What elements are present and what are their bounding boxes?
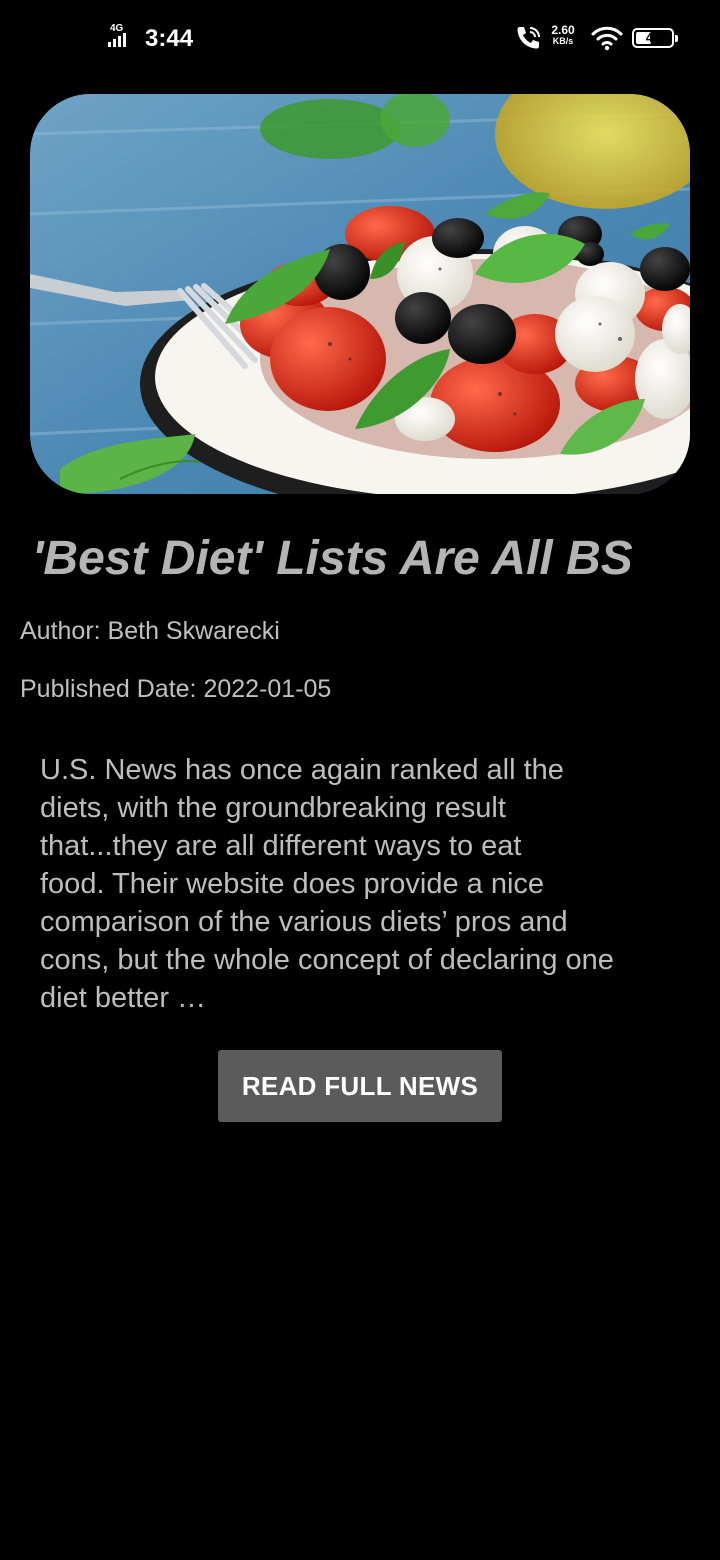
signal-icon <box>108 33 126 47</box>
call-wifi-icon <box>517 27 540 49</box>
clock: 3:44 <box>145 25 194 52</box>
read-full-news-button[interactable]: READ FULL NEWS <box>218 1050 502 1122</box>
article-summary: U.S. News has once again ranked all the … <box>40 754 614 1014</box>
article-title: 'Best Diet' Lists Are All BS <box>32 532 633 585</box>
battery-icon: 43 <box>632 28 678 48</box>
article-published-date: Published Date: 2022-01-05 <box>20 675 332 703</box>
network-speed: 2.60 KB/s <box>548 24 578 47</box>
salad-photo <box>30 94 690 494</box>
speed-value: 2.60 <box>551 23 575 37</box>
status-bar: 4G 3:44 2.60 KB/s 43 <box>0 0 720 76</box>
speed-unit: KB/s <box>552 36 574 46</box>
article-image <box>30 94 690 494</box>
battery-percent: 43 <box>645 30 661 45</box>
article-author: Author: Beth Skwarecki <box>20 617 280 645</box>
wifi-icon <box>591 26 623 51</box>
